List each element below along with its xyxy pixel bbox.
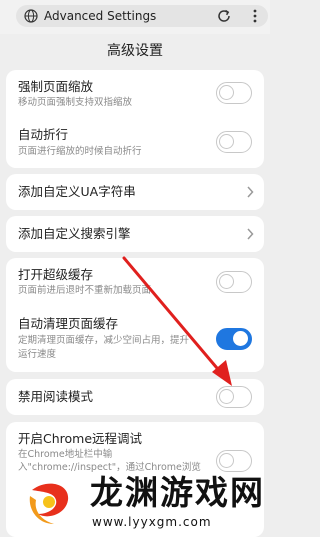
force-zoom-toggle[interactable]	[216, 82, 252, 104]
auto-clear-cache-toggle[interactable]	[216, 328, 252, 350]
setting-label: 添加自定义UA字符串	[18, 184, 136, 199]
setting-label: 开启Chrome远程调试	[18, 431, 143, 446]
watermark-url: www.lyyxgm.com	[92, 515, 212, 529]
address-text: Advanced Settings	[44, 9, 157, 23]
zoom-settings-card: 强制页面缩放 移动页面强制支持双指缩放 自动折行 页面进行缩放的时候自动折行	[6, 70, 264, 168]
setting-description: 页面前进后退时不重新加载页面	[18, 285, 152, 296]
reload-icon[interactable]	[216, 8, 232, 24]
setting-label: 禁用阅读模式	[18, 389, 94, 404]
disable-reader-toggle[interactable]	[216, 386, 252, 408]
watermark-logo-icon	[20, 472, 78, 530]
auto-wrap-toggle[interactable]	[216, 131, 252, 153]
reader-mode-card[interactable]: 禁用阅读模式	[6, 379, 264, 415]
setting-label: 自动清理页面缓存	[18, 316, 119, 331]
super-cache-toggle[interactable]	[216, 271, 252, 293]
chevron-right-icon	[247, 186, 254, 198]
setting-force-zoom[interactable]: 强制页面缩放 移动页面强制支持双指缩放	[6, 70, 264, 118]
page-title: 高级设置	[107, 43, 163, 59]
setting-description: 运行速度	[18, 349, 57, 360]
setting-super-cache[interactable]: 打开超级缓存 页面前进后退时不重新加载页面	[6, 258, 264, 306]
setting-description: 页面进行缩放的时候自动折行	[18, 146, 142, 157]
cache-settings-card: 打开超级缓存 页面前进后退时不重新加载页面 自动清理页面缓存 定期清理页面缓存，…	[6, 258, 264, 372]
custom-engine-card[interactable]: 添加自定义搜索引擎	[6, 216, 264, 252]
setting-auto-clear-cache[interactable]: 自动清理页面缓存 定期清理页面缓存，减少空间占用，提升 运行速度	[6, 310, 264, 372]
watermark: 龙渊游戏网 www.lyyxgm.com	[18, 470, 268, 534]
watermark-title: 龙渊游戏网	[90, 473, 265, 512]
globe-icon	[24, 9, 38, 23]
chevron-right-icon	[247, 228, 254, 240]
address-bar[interactable]: Advanced Settings	[16, 5, 268, 27]
setting-auto-wrap[interactable]: 自动折行 页面进行缩放的时候自动折行	[6, 119, 264, 167]
browser-toolbar: Advanced Settings	[0, 0, 270, 34]
remote-debug-toggle[interactable]	[216, 450, 252, 472]
more-options-icon[interactable]	[252, 8, 258, 24]
setting-label: 打开超级缓存	[18, 267, 94, 282]
setting-description: 在Chrome地址栏中输	[18, 449, 113, 460]
setting-label: 自动折行	[18, 127, 69, 142]
setting-description: 移动页面强制支持双指缩放	[18, 97, 133, 108]
setting-description: 定期清理页面缓存，减少空间占用，提升	[18, 335, 190, 346]
custom-ua-card[interactable]: 添加自定义UA字符串	[6, 174, 264, 210]
setting-label: 添加自定义搜索引擎	[18, 226, 131, 241]
setting-label: 强制页面缩放	[18, 79, 94, 94]
